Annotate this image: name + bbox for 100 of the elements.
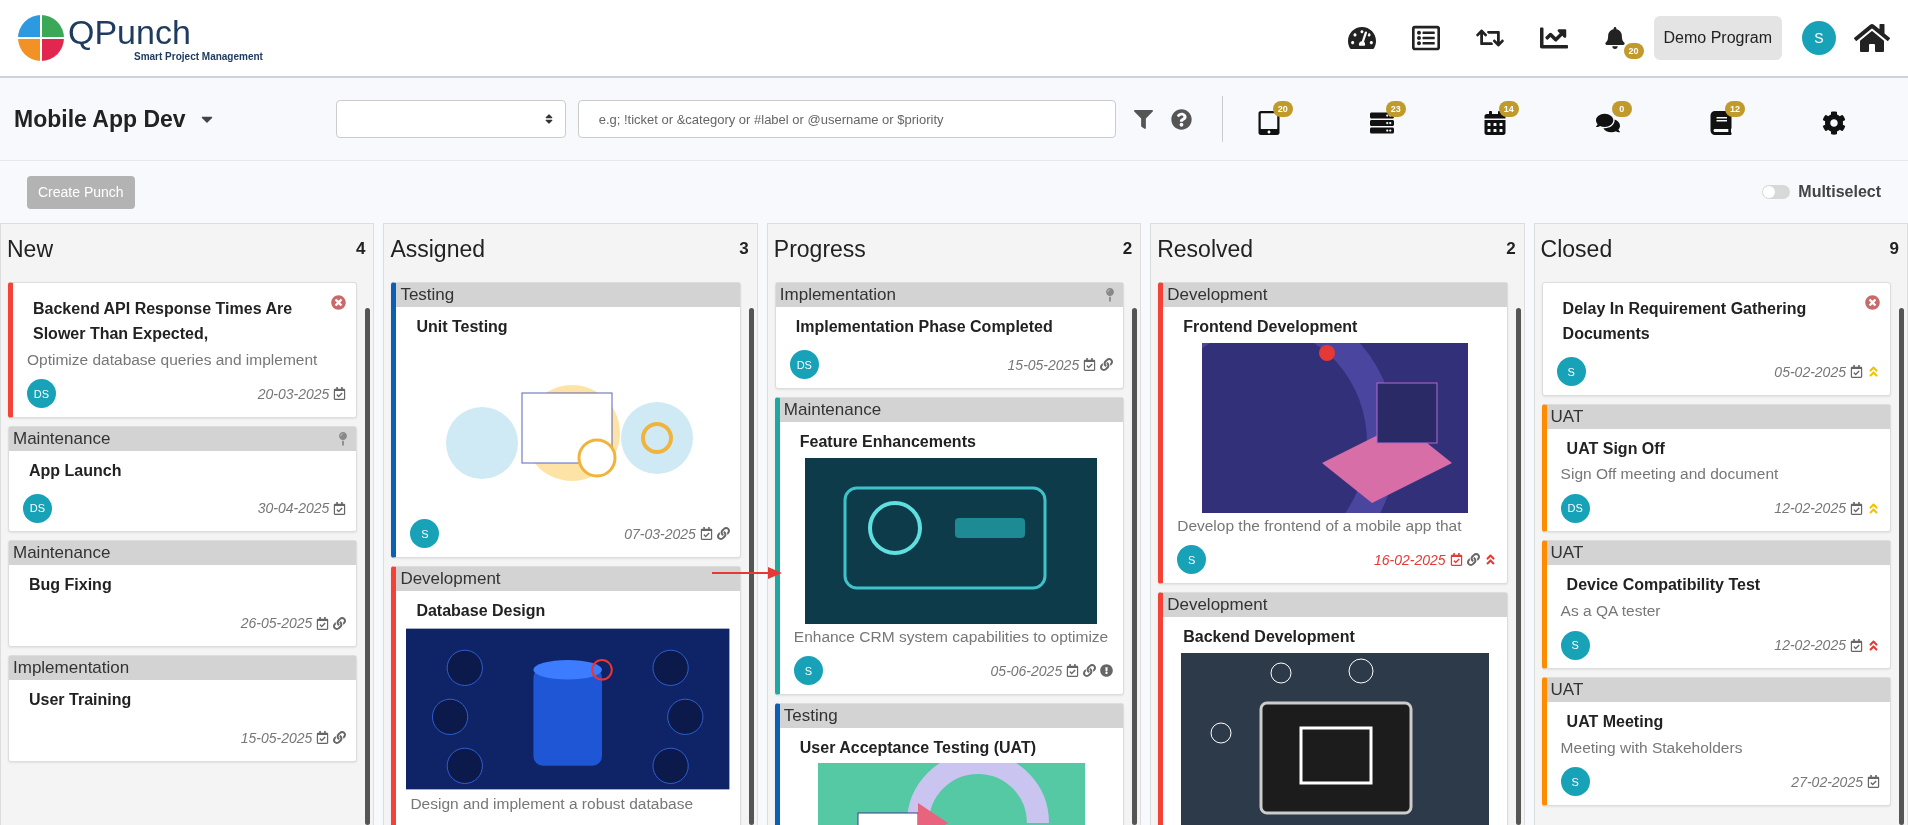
book-icon[interactable]	[1708, 111, 1733, 135]
cancel-icon[interactable]	[1865, 295, 1880, 310]
multiselect-toggle[interactable]	[1762, 185, 1791, 199]
column-title: Closed	[1540, 235, 1613, 263]
category-label: Testing	[400, 285, 455, 305]
due-date: 05-02-2025	[1774, 363, 1846, 380]
project-title[interactable]: Mobile App Dev	[14, 105, 186, 133]
card-description: Enhance CRM system capabilities to optimize	[792, 626, 1110, 646]
punch-card[interactable]: Maintenance Feature Enhancements Enhance CRM system capabilities to optimize S 05-06-2025	[774, 396, 1125, 695]
program-button[interactable]: Demo Program	[1653, 16, 1782, 60]
count-badge: 14	[1498, 101, 1519, 117]
calendar-icon	[1867, 775, 1880, 789]
calendar-icon	[316, 616, 330, 630]
card-description: Design and implement a robust database	[409, 793, 694, 813]
multiselect-label: Multiselect	[1798, 183, 1881, 201]
user-avatar: S	[1556, 357, 1586, 387]
card-title: Frontend Development	[1182, 317, 1359, 337]
calendar-icon	[1850, 365, 1863, 379]
column-count: 9	[1889, 239, 1899, 259]
due-date: 20-03-2025	[257, 385, 330, 402]
calendar-icon	[1850, 501, 1863, 515]
comments-icon[interactable]	[1595, 111, 1620, 135]
card-description: Meeting with Stakeholders	[1559, 738, 1744, 757]
scrollbar[interactable]	[365, 308, 371, 825]
calendar-icon	[1083, 358, 1097, 372]
help-icon[interactable]	[1170, 108, 1192, 130]
filter-icon[interactable]	[1133, 109, 1153, 129]
punch-card[interactable]: Development Database Design Design and implement a robust database	[391, 565, 741, 825]
logo-subtitle: Smart Project Management	[134, 50, 263, 62]
due-date: 15-05-2025	[1007, 356, 1080, 373]
due-date: 07-03-2025	[624, 525, 696, 542]
dashboard-icon[interactable]	[1347, 24, 1376, 52]
tablet-icon[interactable]	[1256, 111, 1281, 135]
punch-card[interactable]: Development Frontend Development Develop the frontend of a mobile app that S 16-02-2025	[1158, 282, 1508, 584]
calendar-icon	[699, 527, 713, 541]
user-avatar: S	[410, 519, 440, 549]
search-field[interactable]: e.g; !ticket or &category or #label or @username or $priority	[577, 100, 1116, 138]
column-count: 2	[1506, 239, 1516, 259]
cancel-icon[interactable]	[331, 295, 347, 310]
card-title: UAT Meeting	[1565, 712, 1665, 733]
calendar-icon	[1850, 638, 1863, 652]
due-date: 26-05-2025	[240, 615, 313, 632]
notification-badge: 20	[1623, 43, 1644, 59]
column-title: Assigned	[390, 235, 485, 263]
card-description: Optimize database queries and implement	[26, 349, 319, 369]
calendar-icon	[1449, 553, 1463, 567]
count-badge: 0	[1611, 101, 1632, 117]
calendar-icon	[1066, 664, 1080, 678]
user-avatar: DS	[23, 493, 52, 523]
notification-bell-icon[interactable]	[1603, 27, 1626, 49]
punch-card[interactable]: UAT Device Compatibility Test As a QA tester S 12-02-2025	[1541, 540, 1891, 670]
card-title: UAT Sign Off	[1565, 438, 1666, 459]
card-title: Backend Development	[1182, 626, 1356, 647]
category-label: Implementation	[13, 658, 130, 679]
punch-card[interactable]: Implementation Implementation Phase Completed DS 15-05-2025	[774, 282, 1125, 389]
category-label: Development	[400, 568, 501, 589]
category-label: UAT	[1550, 543, 1584, 564]
column-count: 3	[739, 239, 749, 259]
due-date: 27-02-2025	[1791, 774, 1863, 790]
scrollbar[interactable]	[1515, 308, 1521, 825]
punch-card[interactable]: Maintenance Bug Fixing 26-05-2025	[8, 540, 358, 648]
column-title: Resolved	[1157, 235, 1254, 263]
column-title: New	[7, 235, 53, 263]
scrollbar[interactable]	[1132, 308, 1138, 825]
card-title: Backend API Response Times Are Slower Than Expected,	[32, 299, 294, 344]
settings-icon[interactable]	[1822, 111, 1846, 135]
count-badge: 23	[1385, 101, 1406, 117]
category-label: UAT	[1550, 406, 1584, 427]
card-title: Implementation Phase Completed	[794, 317, 1054, 337]
card-title: App Launch	[28, 460, 123, 481]
select-field[interactable]	[335, 100, 566, 138]
user-avatar: DS	[789, 350, 819, 380]
list-icon[interactable]	[1411, 24, 1440, 52]
card-title: User Training	[28, 690, 133, 711]
due-date: 05-06-2025	[990, 662, 1063, 679]
punch-card[interactable]: UAT UAT Sign Off Sign Off meeting and document DS 12-02-2025	[1541, 403, 1891, 533]
punch-card[interactable]: Implementation User Training 15-05-2025	[8, 655, 358, 762]
punch-card[interactable]: Testing Unit Testing S 07-03-2025	[391, 282, 741, 558]
list-icon[interactable]	[1369, 111, 1394, 135]
punch-card[interactable]: Testing User Acceptance Testing (UAT)	[774, 702, 1125, 825]
category-label: Maintenance	[13, 543, 111, 564]
due-date: 12-02-2025	[1774, 637, 1846, 654]
scrollbar[interactable]	[748, 308, 754, 825]
punch-card[interactable]: Delay In Requirement Gathering Documents S 05-02-2025	[1541, 282, 1891, 396]
drag-arrow-icon	[712, 566, 782, 580]
calendar-icon[interactable]	[1482, 111, 1507, 135]
card-description: As a QA tester	[1559, 601, 1662, 621]
card-title: Bug Fixing	[28, 575, 113, 596]
due-date: 15-05-2025	[240, 730, 313, 746]
punch-card[interactable]: Backend API Response Times Are Slower Than Expected, Optimize database queries and implement DS 20-03-2025	[8, 282, 358, 418]
due-date: 16-02-2025	[1373, 551, 1446, 568]
calendar-icon	[316, 731, 330, 745]
punch-card[interactable]: UAT UAT Meeting Meeting with Stakeholders S 27-02-2025	[1541, 677, 1891, 806]
scrollbar[interactable]	[1899, 308, 1904, 825]
punch-card[interactable]: Maintenance App Launch DS 30-04-2025	[8, 425, 358, 533]
card-description: Develop the frontend of a mobile app that	[1176, 515, 1463, 535]
due-date: 12-02-2025	[1774, 500, 1846, 517]
count-badge: 20	[1272, 101, 1293, 117]
calendar-icon	[333, 501, 347, 515]
punch-card[interactable]: Development Backend Development	[1158, 591, 1508, 825]
